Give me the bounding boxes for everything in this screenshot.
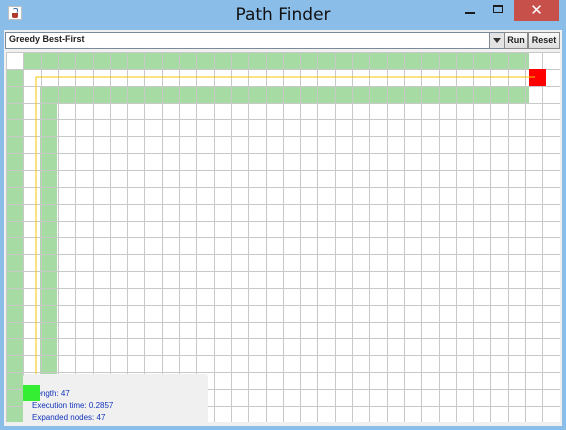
content-pane: Greedy Best-First Run Reset Length: 47 E… [4, 30, 562, 426]
minimize-icon [465, 12, 475, 14]
close-button[interactable]: ✕ [514, 0, 559, 21]
algorithm-select-value: Greedy Best-First [9, 34, 85, 44]
path-grid[interactable] [6, 52, 560, 422]
chevron-down-icon [493, 38, 501, 43]
minimize-button[interactable] [456, 0, 484, 21]
execution-time-label: Execution time: 0.2857 [32, 401, 114, 410]
run-button[interactable]: Run [504, 32, 528, 49]
expanded-nodes-label: Expanded nodes: 47 [32, 413, 106, 422]
algorithm-select[interactable]: Greedy Best-First [5, 32, 505, 49]
reset-button[interactable]: Reset [528, 32, 560, 49]
title-bar[interactable]: Path Finder ✕ [0, 0, 566, 30]
start-cell [23, 385, 40, 401]
dropdown-arrow-button[interactable] [489, 33, 504, 48]
visited-cells-inner-column [40, 87, 57, 384]
visited-cells-top-row [23, 52, 529, 69]
maximize-button[interactable] [484, 0, 512, 21]
maximize-icon [493, 5, 503, 13]
stats-panel: Length: 47 Execution time: 0.2857 Expand… [23, 374, 208, 426]
visited-cells-left-column [6, 69, 23, 422]
app-window: Path Finder ✕ Greedy Best-First Run Rese… [0, 0, 566, 430]
close-icon: ✕ [530, 1, 543, 19]
